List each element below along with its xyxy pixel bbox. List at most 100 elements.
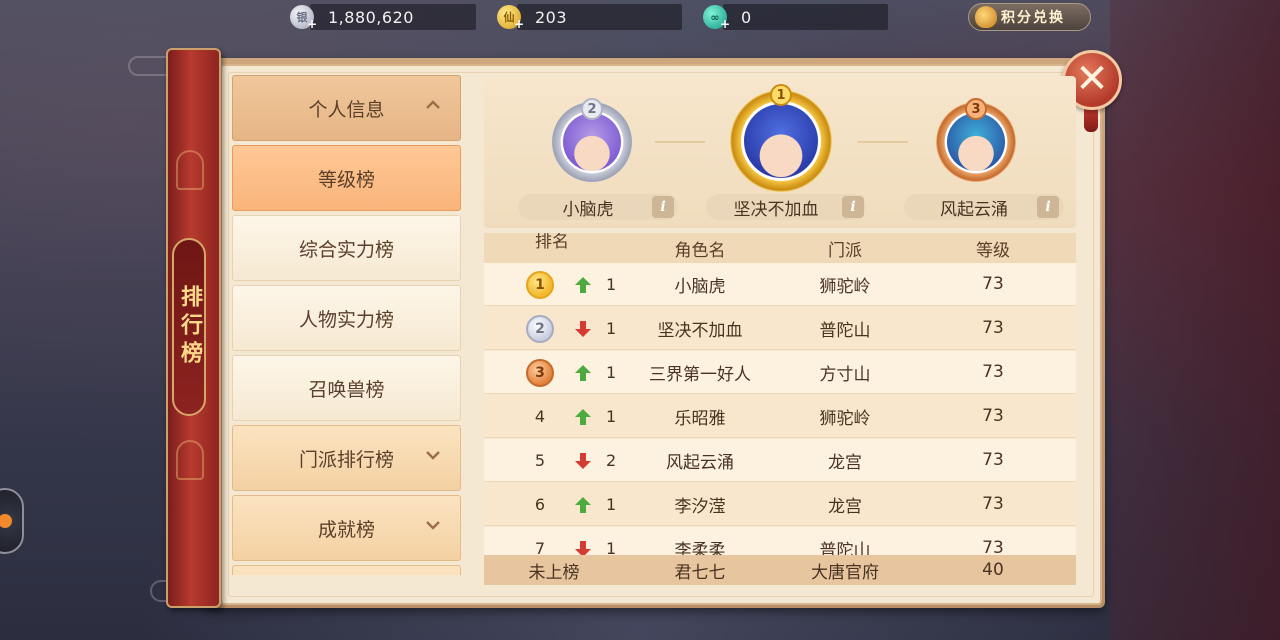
nav-label: 人物实力榜 (298, 308, 394, 331)
rank-change: 1 (606, 494, 617, 514)
rank-change: 1 (606, 406, 617, 426)
info-icon[interactable]: i (1037, 196, 1059, 218)
nav-item-level-rank[interactable]: 等级榜 (232, 145, 461, 211)
my-name: 君七七 (674, 562, 726, 583)
table-row[interactable]: 2 1 坚决不加血 普陀山 73 (484, 307, 1076, 350)
table-row[interactable]: 1 1 小脑虎 狮驼岭 73 (484, 263, 1076, 306)
nav-group-partial[interactable] (232, 565, 461, 575)
ranking-table: 排名 角色名 门派 等级 1 1 小脑虎 狮驼岭 73 2 1 坚决不加血 普陀山 73 3 1 三界第… (484, 233, 1076, 585)
arrow-up-icon (575, 276, 591, 293)
nav-label: 召唤兽榜 (308, 378, 385, 401)
nav-group-achievement-rank[interactable]: 成就榜 (232, 495, 461, 561)
player-name: 三界第一好人 (649, 364, 751, 385)
nav-label: 个人信息 (308, 98, 385, 121)
rank-number: 4 (534, 406, 546, 426)
close-tassel (1084, 108, 1098, 132)
rank-change: 2 (606, 450, 617, 470)
nav-label: 综合实力榜 (298, 238, 394, 261)
title-plate: 排行榜 (172, 238, 206, 416)
podium-divider (858, 141, 908, 143)
rank-medal-icon: 3 (526, 358, 554, 387)
rank-cell: 52 (504, 439, 616, 482)
currency-jade[interactable]: ∞ + 0 (703, 4, 888, 31)
player-level: 73 (982, 406, 1004, 426)
currency-silver[interactable]: 银 + 1,880,620 (290, 4, 476, 31)
player-school: 方寸山 (819, 364, 871, 385)
player-level: 73 (982, 274, 1004, 294)
player-school: 狮驼岭 (819, 408, 871, 429)
player-name: 风起云涌 (940, 199, 1008, 220)
player-school: 普陀山 (819, 320, 871, 341)
player-school: 龙宫 (828, 452, 862, 473)
character-portrait (744, 104, 818, 178)
table-row[interactable]: 3 1 三界第一好人 方寸山 73 (484, 351, 1076, 394)
table-row[interactable]: 6 1 李汐滢 龙宫 73 (484, 483, 1076, 526)
chevron-up-icon (426, 100, 440, 109)
rank-medal-icon: 1 (526, 270, 554, 299)
rank-cell: 41 (504, 395, 616, 438)
panel-title: 排行榜 (177, 285, 202, 369)
my-rank: 未上榜 (528, 562, 580, 583)
rank-badge-second: 2 (581, 98, 603, 120)
player-name: 风起云涌 (666, 452, 734, 473)
add-icon[interactable]: + (514, 17, 524, 31)
podium-divider (655, 141, 705, 143)
player-level: 73 (982, 318, 1004, 338)
add-icon[interactable]: + (307, 17, 317, 31)
background-pillar (1110, 0, 1280, 640)
rank-change: 1 (606, 362, 617, 382)
category-nav: 个人信息 等级榜 综合实力榜 人物实力榜 召唤兽榜 门派排行榜 成就榜 (232, 75, 462, 575)
rank-change: 1 (606, 318, 617, 338)
my-level: 40 (982, 560, 1004, 580)
my-school: 大唐官府 (811, 562, 879, 583)
player-name: 坚决不加血 (657, 320, 743, 341)
arrow-up-icon (575, 496, 591, 513)
rank-change: 1 (606, 274, 617, 294)
nav-item-pet-rank[interactable]: 召唤兽榜 (232, 355, 461, 421)
arrow-up-icon (575, 408, 591, 425)
arrow-down-icon (575, 320, 591, 337)
header-name: 角色名 (674, 240, 726, 261)
currency-gold[interactable]: 仙 + 203 (497, 4, 682, 31)
character-portrait (563, 113, 621, 171)
player-name: 小脑虎 (562, 199, 614, 220)
nav-label: 等级榜 (317, 168, 375, 191)
points-exchange-button[interactable]: 积分兑换 (968, 3, 1091, 31)
rank-cell: 21 (504, 307, 616, 350)
nav-item-character-power-rank[interactable]: 人物实力榜 (232, 285, 461, 351)
rank-cell: 31 (504, 351, 616, 394)
table-header: 排名 角色名 门派 等级 (484, 233, 1076, 263)
floating-assistant-button[interactable] (0, 488, 24, 554)
nav-group-school-rank[interactable]: 门派排行榜 (232, 425, 461, 491)
table-row[interactable]: 5 2 风起云涌 龙宫 73 (484, 439, 1076, 482)
info-icon[interactable]: i (652, 196, 674, 218)
currency-value: 0 (741, 7, 752, 27)
banner-ornament (176, 150, 204, 190)
currency-value: 1,880,620 (328, 7, 414, 27)
close-icon: ✕ (1075, 55, 1109, 102)
chevron-down-icon (426, 521, 440, 530)
rank-number: 5 (534, 450, 546, 470)
player-level: 73 (982, 362, 1004, 382)
assistant-icon (0, 514, 12, 528)
arrow-up-icon (575, 364, 591, 381)
player-name: 李汐滢 (674, 496, 726, 517)
table-row[interactable]: 4 1 乐昭雅 狮驼岭 73 (484, 395, 1076, 438)
add-icon[interactable]: + (720, 17, 730, 31)
info-icon[interactable]: i (842, 196, 864, 218)
player-school: 龙宫 (828, 496, 862, 517)
nav-label: 门派排行榜 (298, 448, 394, 471)
my-rank-row: 未上榜 君七七 大唐官府 40 (484, 555, 1076, 585)
exchange-label: 积分兑换 (1001, 10, 1065, 26)
player-name: 乐昭雅 (674, 408, 726, 429)
rank-number: 6 (534, 494, 546, 514)
rank-cell: 61 (504, 483, 616, 526)
nav-label: 成就榜 (317, 518, 375, 541)
player-school: 狮驼岭 (819, 276, 871, 297)
nav-group-personal-info[interactable]: 个人信息 (232, 75, 461, 141)
nav-item-overall-power-rank[interactable]: 综合实力榜 (232, 215, 461, 281)
chevron-down-icon (426, 451, 440, 460)
rank-badge-first: 1 (770, 84, 792, 106)
player-level: 73 (982, 450, 1004, 470)
banner-ornament (176, 440, 204, 480)
